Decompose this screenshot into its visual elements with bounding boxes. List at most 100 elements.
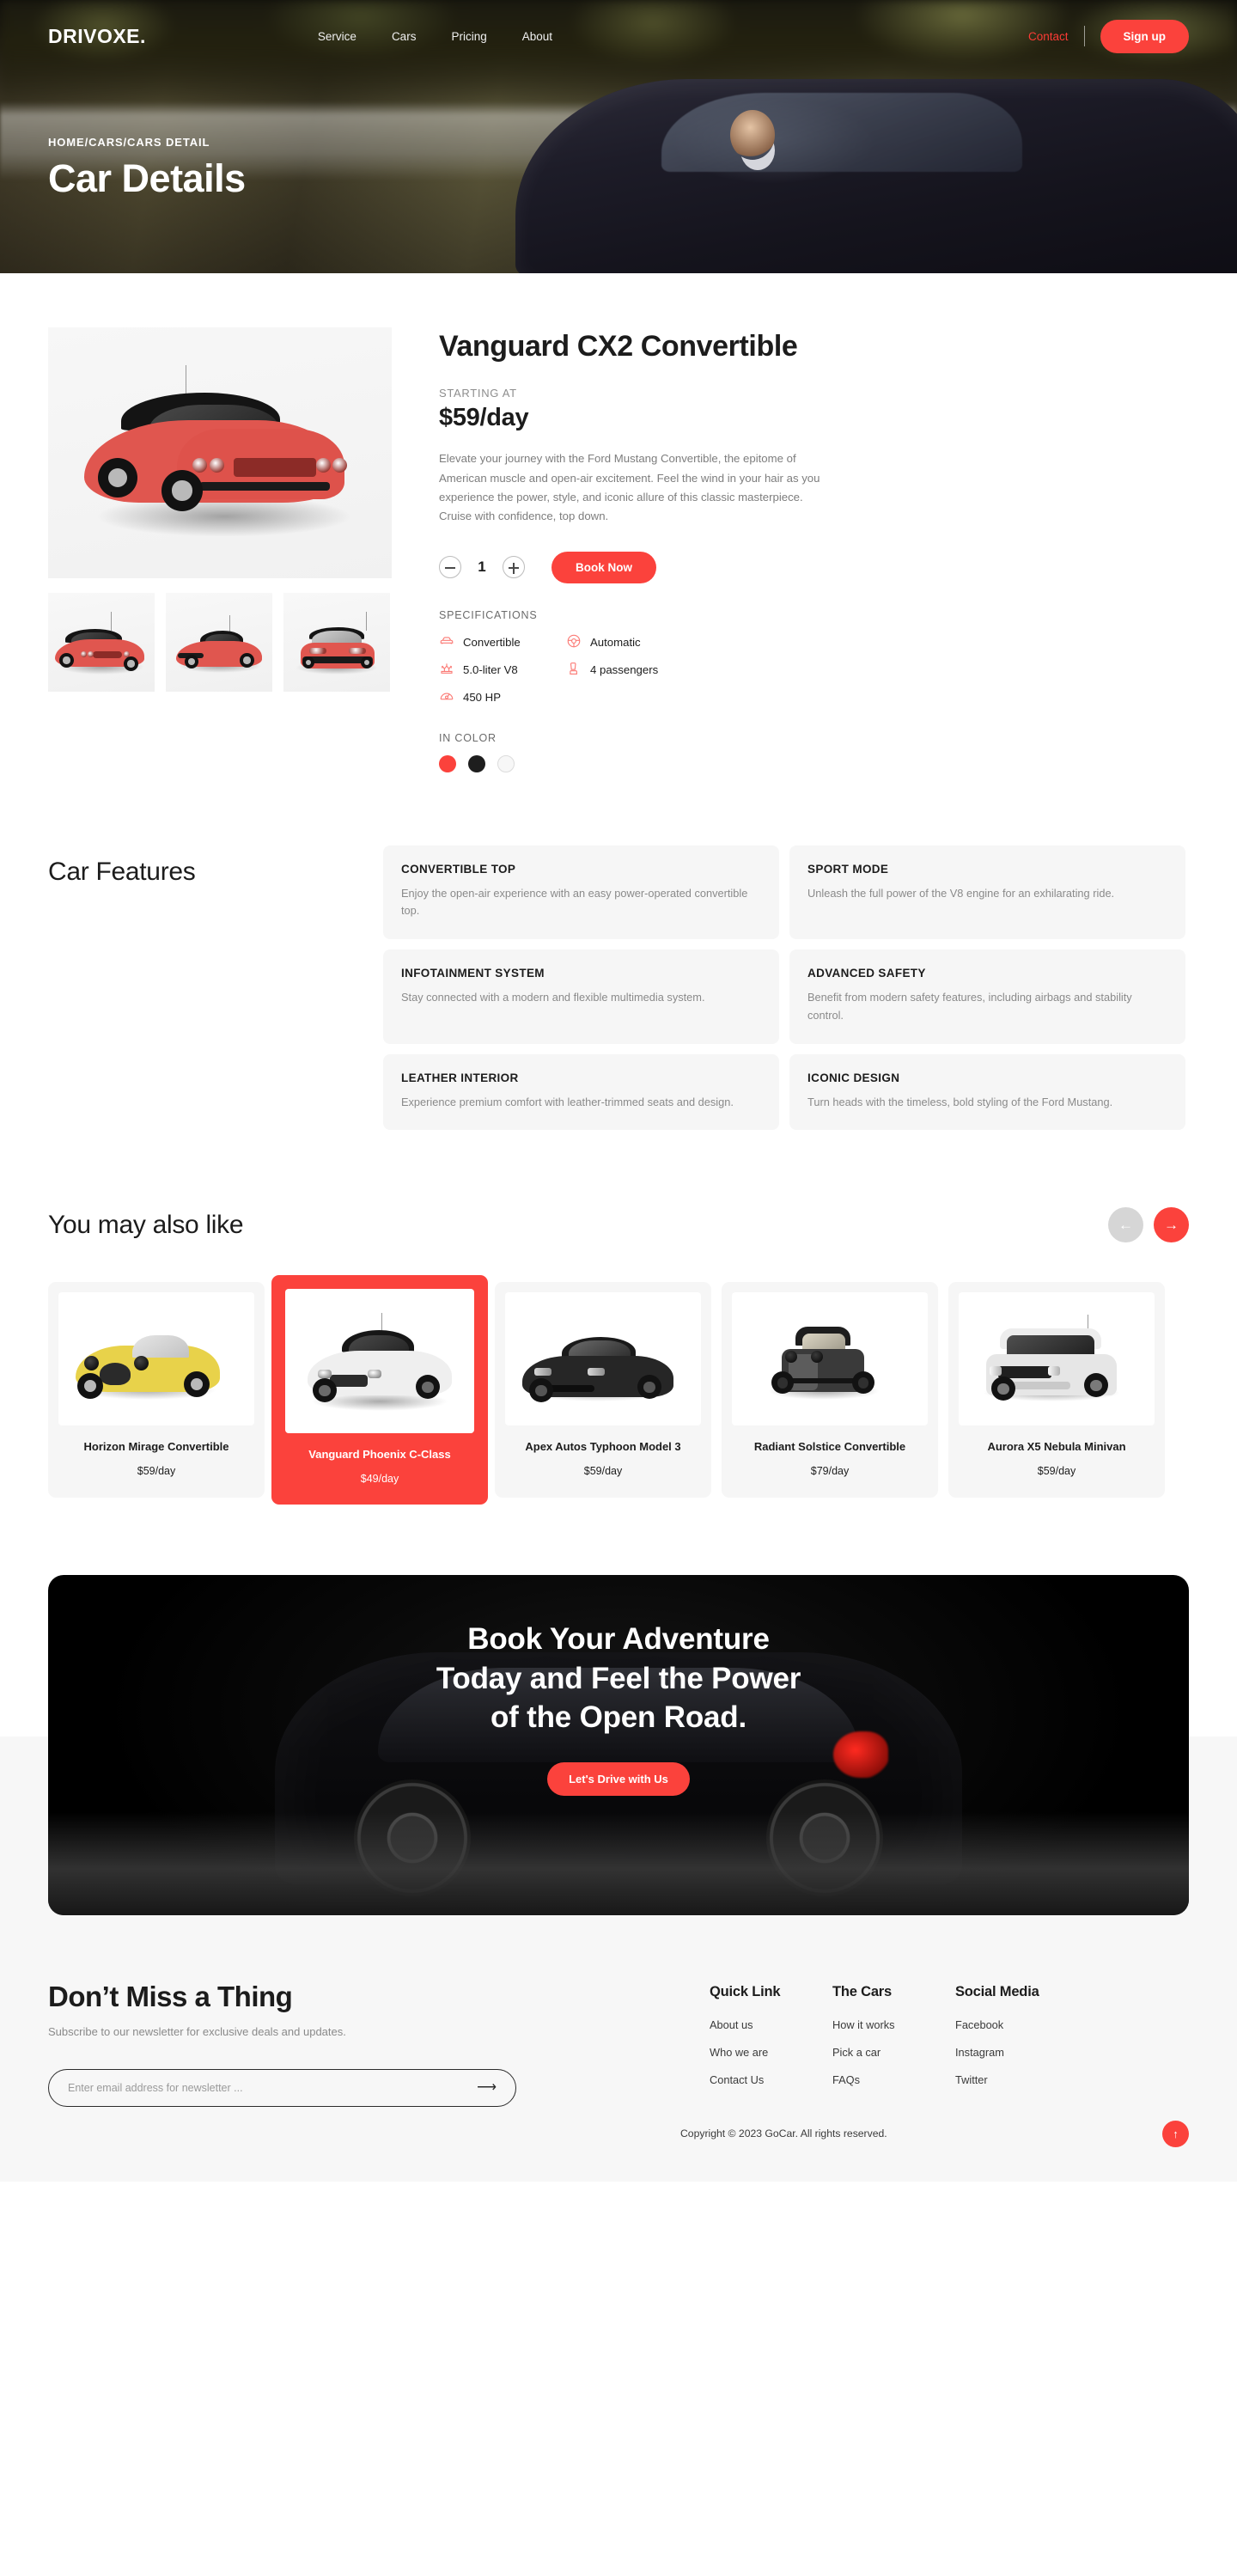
cta-banner-section: Book Your Adventure Today and Feel the P… (0, 1498, 1237, 1915)
footer-link-twitter[interactable]: Twitter (955, 2073, 1078, 2086)
speedometer-icon (439, 688, 454, 706)
newsletter-form[interactable]: ⟶ (48, 2068, 516, 2107)
arrow-up-icon[interactable]: ↑ (1162, 2120, 1189, 2147)
feature-desc: Benefit from modern safety features, inc… (807, 991, 1132, 1022)
copyright-text: Copyright © 2023 GoCar. All rights reser… (680, 2127, 887, 2140)
lets-drive-with-us-button[interactable]: Let's Drive with Us (547, 1762, 690, 1797)
related-car-price: $59/day (583, 1464, 623, 1477)
nav-item-service[interactable]: Service (318, 30, 356, 43)
breadcrumb: HOME/CARS/CARS DETAIL (48, 136, 210, 149)
brand-logo[interactable]: DRIVOXE. (48, 25, 146, 48)
increment-quantity-button[interactable] (503, 556, 525, 579)
footer-link-contact-us[interactable]: Contact Us (710, 2073, 832, 2086)
signup-button[interactable]: Sign up (1100, 19, 1189, 53)
quantity-value: 1 (478, 559, 486, 576)
thumbnail-front-view[interactable] (48, 593, 155, 692)
product-gallery (48, 327, 392, 772)
feature-desc: Turn heads with the timeless, bold styli… (807, 1095, 1113, 1108)
spec-transmission-label: Automatic (590, 635, 641, 649)
features-title: Car Features (48, 857, 196, 886)
footer-link-facebook[interactable]: Facebook (955, 2018, 1078, 2031)
spec-passengers: 4 passengers (566, 661, 731, 679)
main-navigation: DRIVOXE. Service Cars Pricing About Cont… (0, 0, 1237, 72)
nav-item-cars[interactable]: Cars (392, 30, 417, 43)
contact-link[interactable]: Contact (1028, 30, 1084, 43)
feature-title: SPORT MODE (807, 862, 889, 876)
color-swatch-black[interactable] (468, 754, 485, 772)
page-title: Car Details (48, 156, 246, 200)
related-car-price: $59/day (1037, 1464, 1076, 1477)
spec-engine: 5.0-liter V8 (439, 661, 566, 679)
spec-transmission: Automatic (566, 633, 731, 651)
related-car-card-selected[interactable]: Vanguard Phoenix C-Class $49/day (271, 1275, 488, 1505)
newsletter-heading: Don’t Miss a Thing (48, 1980, 293, 2012)
newsletter-email-input[interactable] (68, 2081, 478, 2094)
feature-title: CONVERTIBLE TOP (401, 862, 516, 876)
thumbnail-rear-view[interactable] (283, 593, 390, 692)
thumbnail-rear-angle-view[interactable] (166, 593, 272, 692)
footer-column-social-media: Social Media Facebook Instagram Twitter (955, 1984, 1078, 2107)
spec-body-type: Convertible (439, 633, 566, 651)
starting-at-label: STARTING AT (439, 387, 517, 400)
you-may-also-like-section: You may also like ← → Horizon Mirage Con… (0, 1130, 1237, 1505)
spec-horsepower-label: 450 HP (463, 690, 501, 704)
cta-line-1: Book Your Adventure (467, 1621, 770, 1656)
related-car-card[interactable]: Radiant Solstice Convertible $79/day (722, 1282, 938, 1498)
spec-engine-label: 5.0-liter V8 (463, 662, 518, 676)
footer-link-about-us[interactable]: About us (710, 2018, 832, 2031)
cta-floor-gradient (48, 1811, 1189, 1915)
footer-column-title: The Cars (832, 1983, 893, 1999)
car-thumbnail (285, 1289, 474, 1434)
book-now-button[interactable]: Book Now (551, 551, 656, 583)
carousel-controls: ← → (1108, 1207, 1189, 1243)
related-car-name: Apex Autos Typhoon Model 3 (525, 1440, 681, 1454)
cta-banner: Book Your Adventure Today and Feel the P… (48, 1574, 1189, 1915)
footer-column-title: Quick Link (710, 1983, 781, 1999)
arrow-left-icon[interactable]: ← (1108, 1207, 1143, 1243)
main-product-image[interactable] (48, 327, 392, 578)
related-car-name: Radiant Solstice Convertible (753, 1440, 906, 1454)
product-title: Vanguard CX2 Convertible (439, 330, 798, 363)
related-car-card[interactable]: Apex Autos Typhoon Model 3 $59/day (495, 1282, 711, 1498)
features-grid: CONVERTIBLE TOP Enjoy the open-air exper… (383, 845, 1185, 1131)
footer-link-instagram[interactable]: Instagram (955, 2046, 1078, 2059)
car-thumbnail (58, 1292, 254, 1426)
footer-link-pick-a-car[interactable]: Pick a car (832, 2046, 955, 2059)
feature-title: LEATHER INTERIOR (401, 1071, 519, 1084)
feature-card-leather-interior: LEATHER INTERIOR Experience premium comf… (383, 1053, 779, 1131)
footer-link-who-we-are[interactable]: Who we are (710, 2046, 832, 2059)
related-car-card[interactable]: Horizon Mirage Convertible $59/day (48, 1282, 265, 1498)
page-root: DRIVOXE. Service Cars Pricing About Cont… (0, 0, 1237, 2182)
nav-item-about[interactable]: About (522, 30, 552, 43)
thumbnail-list (48, 593, 392, 692)
steering-wheel-icon (566, 633, 582, 651)
footer-column-the-cars: The Cars How it works Pick a car FAQs (832, 1984, 955, 2107)
color-swatch-red[interactable] (439, 754, 456, 772)
newsletter-subheading: Subscribe to our newsletter for exclusiv… (48, 2024, 346, 2038)
engine-icon (439, 661, 454, 679)
also-like-header: You may also like ← → (48, 1207, 1189, 1243)
quantity-and-book-row: 1 Book Now (439, 551, 860, 583)
arrow-right-icon[interactable]: → (1154, 1207, 1189, 1243)
specifications-label: SPECIFICATIONS (439, 608, 538, 621)
feature-desc: Unleash the full power of the V8 engine … (807, 886, 1115, 900)
footer-link-faqs[interactable]: FAQs (832, 2073, 955, 2086)
spec-horsepower: 450 HP (439, 688, 566, 706)
taillight-glow (833, 1731, 888, 1778)
decrement-quantity-button[interactable] (439, 556, 461, 579)
feature-title: ADVANCED SAFETY (807, 967, 926, 980)
footer-column-title: Social Media (955, 1983, 1039, 1999)
related-car-card[interactable]: Aurora X5 Nebula Minivan $59/day (948, 1282, 1165, 1498)
related-car-price: $79/day (810, 1464, 850, 1477)
related-car-price: $49/day (360, 1472, 399, 1485)
feature-card-infotainment-system: INFOTAINMENT SYSTEM Stay connected with … (383, 949, 779, 1044)
feature-card-advanced-safety: ADVANCED SAFETY Benefit from modern safe… (789, 949, 1185, 1044)
newsletter-submit-button[interactable]: ⟶ (477, 2080, 497, 2095)
cta-line-2: Today and Feel the Power (436, 1661, 801, 1695)
specifications-list: Convertible Automatic 5.0-liter V8 4 pas… (439, 633, 731, 706)
nav-item-pricing[interactable]: Pricing (451, 30, 486, 43)
related-car-name: Vanguard Phoenix C-Class (308, 1448, 451, 1462)
footer-link-how-it-works[interactable]: How it works (832, 2018, 955, 2031)
feature-card-sport-mode: SPORT MODE Unleash the full power of the… (789, 845, 1185, 940)
color-swatch-white[interactable] (497, 754, 515, 772)
